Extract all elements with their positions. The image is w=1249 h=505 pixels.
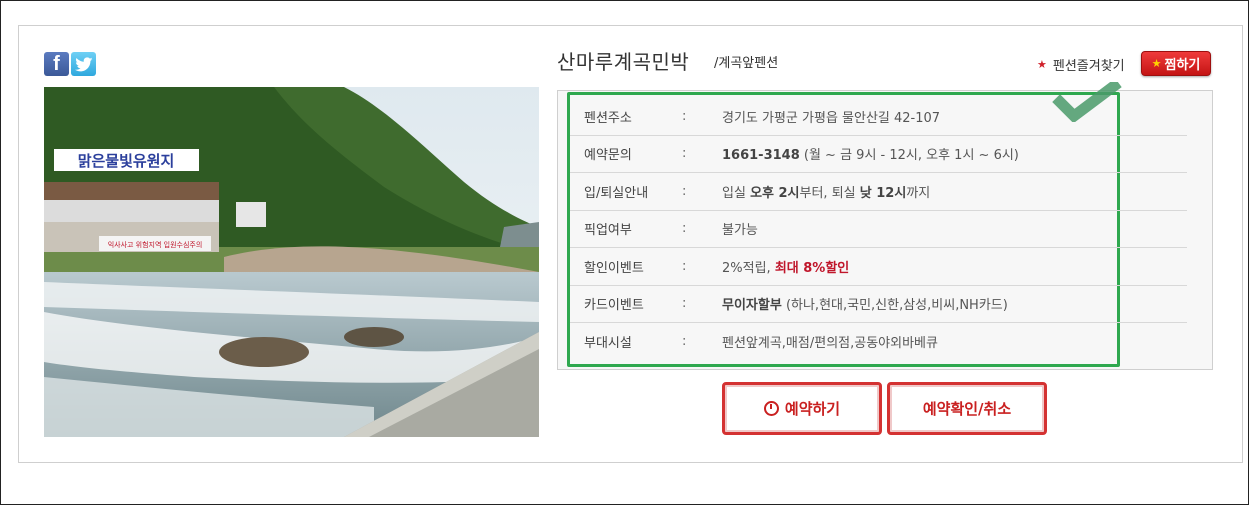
checkout-text: 부터, 퇴실 (799, 185, 860, 201)
info-label: 카드이벤트 (584, 298, 644, 314)
zzim-label: 찜하기 (1164, 58, 1201, 73)
star-icon: ★ (1151, 57, 1162, 70)
social-share-bar: f (44, 52, 96, 76)
info-separator: : (682, 258, 687, 274)
star-icon: ★ (1037, 58, 1047, 71)
checkin-text: 입실 (722, 185, 751, 201)
favorites-link[interactable]: ★ 펜션즐겨찾기 (1037, 55, 1125, 74)
card-list: (하나,현대,국민,신한,삼성,비씨,NH카드) (781, 298, 1008, 314)
info-value: 펜션앞계곡,매점/편의점,공동야외바베큐 (722, 336, 938, 352)
info-label: 부대시설 (584, 336, 632, 352)
phone-number[interactable]: 1661-3148 (722, 148, 800, 163)
info-value: 불가능 (722, 223, 758, 239)
info-separator: : (682, 221, 687, 237)
info-row-address: 펜션주소 : 경기도 가평군 가평읍 물안산길 42-107 (570, 98, 1187, 136)
info-label: 할인이벤트 (584, 260, 644, 276)
info-rows: 펜션주소 : 경기도 가평군 가평읍 물안산길 42-107 예약문의 : 16… (570, 98, 1187, 361)
checkout-time: 낮 12시 (859, 185, 907, 201)
twitter-icon[interactable] (71, 52, 96, 76)
checkin-time: 오후 2시 (750, 185, 800, 201)
info-value: 경기도 가평군 가평읍 물안산길 42-107 (722, 110, 941, 126)
info-separator: : (682, 296, 687, 312)
info-separator: : (682, 108, 687, 124)
confirm-cancel-button[interactable]: 예약확인/취소 (887, 382, 1047, 435)
info-row-discount: 할인이벤트 : 2%적립, 최대 8%할인 (570, 248, 1187, 286)
info-label: 입/퇴실안내 (584, 185, 649, 201)
info-value: 입실 오후 2시부터, 퇴실 낮 12시까지 (722, 182, 1187, 201)
info-row-checkin: 입/퇴실안내 : 입실 오후 2시부터, 퇴실 낮 12시까지 (570, 173, 1187, 211)
info-separator: : (682, 334, 687, 350)
pension-title: 산마루계곡민박 (557, 50, 690, 74)
confirm-cancel-label: 예약확인/취소 (922, 400, 1012, 418)
clock-icon (763, 401, 779, 416)
facebook-icon[interactable]: f (44, 52, 69, 76)
zzim-button[interactable]: ★ 찜하기 (1141, 51, 1211, 76)
until-text: 까지 (906, 185, 931, 201)
pension-subtitle: /계곡앞펜션 (714, 56, 779, 71)
reserve-label: 예약하기 (784, 400, 841, 418)
discount-text: 2%적립, (722, 260, 775, 276)
info-row-pickup: 픽업여부 : 불가능 (570, 211, 1187, 248)
info-label: 픽업여부 (584, 223, 632, 239)
info-label: 예약문의 (584, 148, 632, 164)
sign-main-text: 맑은물빛유원지 (78, 152, 175, 170)
favorites-label: 펜션즐겨찾기 (1052, 59, 1125, 74)
discount-highlight: 최대 8%할인 (774, 260, 850, 276)
info-label: 펜션주소 (584, 110, 632, 126)
info-separator: : (682, 146, 687, 162)
info-row-inquiry: 예약문의 : 1661-3148 (월 ~ 금 9시 - 12시, 오후 1시 … (570, 136, 1187, 173)
reserve-button[interactable]: 예약하기 (722, 382, 882, 435)
info-separator: : (682, 183, 687, 199)
phone-hours: (월 ~ 금 9시 - 12시, 오후 1시 ~ 6시) (799, 148, 1019, 164)
pension-photo: 맑은물빛유원지 익사사고 위험지역 입원수심주의 (44, 87, 539, 437)
info-value: 1661-3148 (월 ~ 금 9시 - 12시, 오후 1시 ~ 6시) (722, 144, 1187, 163)
info-value: 무이자할부 (하나,현대,국민,신한,삼성,비씨,NH카드) (722, 294, 1187, 313)
info-value: 2%적립, 최대 8%할인 (722, 257, 1187, 276)
info-row-card: 카드이벤트 : 무이자할부 (하나,현대,국민,신한,삼성,비씨,NH카드) (570, 286, 1187, 323)
info-row-facilities: 부대시설 : 펜션앞계곡,매점/편의점,공동야외바베큐 (570, 323, 1187, 361)
sign-sub-text: 익사사고 위험지역 입원수심주의 (108, 240, 203, 249)
card-event-title: 무이자할부 (722, 298, 782, 314)
